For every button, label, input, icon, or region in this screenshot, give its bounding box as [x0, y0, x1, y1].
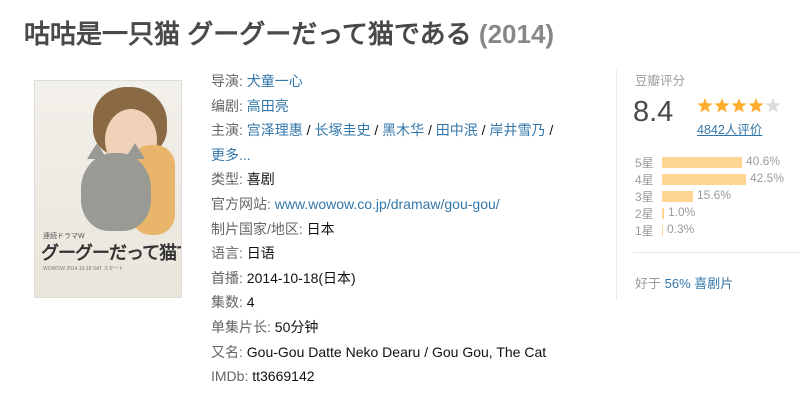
website-row: 官方网站: www.wowow.co.jp/dramaw/gou-gou/ — [211, 192, 606, 217]
cast-link[interactable]: 长塚圭史 — [314, 122, 370, 138]
premiere-value: 2014-10-18(日本) — [246, 269, 356, 286]
poster-cat — [81, 143, 151, 231]
rating-bar-percent: 42.5% — [750, 171, 785, 185]
star-filled-icon — [731, 98, 747, 113]
cast-link[interactable]: 田中泯 — [436, 122, 478, 138]
writer-label: 编剧: — [211, 97, 243, 114]
cast-separator: / — [477, 122, 490, 139]
aka-value: Gou-Gou Datte Neko Dearu / Gou Gou, The … — [246, 343, 547, 360]
genre-label: 类型: — [211, 171, 243, 188]
rating-bar-fill — [662, 191, 693, 202]
better-prefix: 好于 — [635, 276, 662, 291]
poster-title: グーグーだって猫である — [41, 243, 181, 263]
rating-panel: 豆瓣评分 8.4 4842人评价 5星 40.6% 4星 42.5% 3星 15.6% 2星… — [616, 70, 800, 300]
director-label: 导演: — [211, 73, 243, 89]
episodes-row: 集数: 4 — [211, 290, 606, 315]
rating-bar-percent: 1.0% — [668, 205, 696, 219]
rating-bar-fill — [662, 157, 742, 168]
rating-bar-row: 4星 42.5% — [635, 171, 800, 189]
cast-link[interactable]: 黑木华 — [382, 122, 424, 138]
runtime-row: 单集片长: 50分钟 — [211, 315, 606, 340]
rating-bar-percent: 15.6% — [697, 188, 732, 202]
poster-credits: WOWOW 2014.10.18 SAT スタート — [43, 266, 124, 272]
star-rating-icon — [697, 98, 781, 113]
cast-separator: / — [424, 122, 436, 139]
star-filled-icon — [714, 98, 730, 113]
page-title: 咕咕是一只猫 グーグーだって猫である (2014) — [24, 14, 554, 51]
imdb-label: IMDb: — [211, 368, 249, 385]
rating-label: 豆瓣评分 — [635, 74, 686, 88]
premiere-label: 首播: — [211, 269, 243, 286]
votes-link[interactable]: 4842人评价 — [697, 119, 762, 138]
writer-link[interactable]: 高田亮 — [247, 98, 289, 114]
country-row: 制片国家/地区: 日本 — [211, 217, 606, 242]
cast-separator: / — [370, 122, 383, 139]
rating-bar-label: 4星 — [635, 173, 654, 187]
rating-bar-fill — [662, 208, 664, 219]
cast-link[interactable]: 岸井雪乃 — [489, 122, 545, 138]
rating-bar-row: 1星 0.3% — [635, 222, 800, 240]
genre-row: 类型: 喜剧 — [211, 167, 606, 192]
imdb-row: IMDb: tt3669142 — [211, 364, 606, 389]
country-value: 日本 — [306, 220, 335, 237]
rating-bar-label: 3星 — [635, 190, 654, 204]
episodes-value: 4 — [246, 294, 255, 311]
info-panel: 导演: 犬童一心 编剧: 高田亮 主演: 宫泽理惠 / 长塚圭史 / 黑木华 /… — [211, 69, 606, 389]
aka-row: 又名: Gou-Gou Datte Neko Dearu / Gou Gou, … — [211, 340, 606, 365]
director-row: 导演: 犬童一心 — [211, 69, 606, 94]
genre-value: 喜剧 — [246, 171, 275, 188]
more-row: 更多... — [211, 143, 606, 168]
rating-score: 8.4 — [633, 96, 674, 128]
cast-link[interactable]: 宫泽理惠 — [247, 122, 303, 138]
director-link[interactable]: 犬童一心 — [247, 73, 303, 89]
star-filled-icon — [697, 98, 713, 113]
rating-bar-fill — [662, 174, 746, 185]
cast-row: 主演: 宫泽理惠 / 长塚圭史 / 黑木华 / 田中泯 / 岸井雪乃 / — [211, 118, 606, 143]
rating-bar-label: 2星 — [635, 207, 654, 221]
runtime-value: 50分钟 — [274, 318, 319, 335]
imdb-value: tt3669142 — [252, 368, 315, 385]
rating-bar-percent: 0.3% — [667, 222, 695, 236]
rating-bar-percent: 40.6% — [746, 154, 781, 168]
rating-bar-row: 5星 40.6% — [635, 154, 800, 172]
star-empty-icon — [765, 98, 781, 113]
language-label: 语言: — [211, 245, 243, 262]
website-link[interactable]: www.wowow.co.jp/dramaw/gou-gou/ — [275, 196, 500, 212]
runtime-label: 单集片长: — [211, 318, 271, 335]
title-name: 咕咕是一只猫 グーグーだって猫である — [24, 19, 472, 49]
episodes-label: 集数: — [211, 294, 243, 311]
country-label: 制片国家/地区: — [211, 220, 303, 237]
cast-label: 主演: — [211, 122, 243, 139]
star-filled-icon — [748, 98, 764, 113]
rating-bar-row: 3星 15.6% — [635, 188, 800, 206]
cast-separator: / — [545, 122, 554, 139]
cast-separator: / — [302, 122, 315, 139]
rating-bar-label: 5星 — [635, 156, 654, 170]
title-year: (2014) — [478, 19, 555, 49]
poster-image[interactable]: 連続ドラマW グーグーだって猫である WOWOW 2014.10.18 SAT … — [34, 80, 182, 298]
writer-row: 编剧: 高田亮 — [211, 94, 606, 119]
language-row: 语言: 日语 — [211, 241, 606, 266]
aka-label: 又名: — [211, 343, 243, 360]
rating-bar-row: 2星 1.0% — [635, 205, 800, 223]
rating-bar-fill — [662, 225, 663, 236]
more-cast-link[interactable]: 更多... — [211, 147, 251, 163]
better-than: 好于 56% 喜剧片 — [635, 273, 733, 292]
better-than-link[interactable]: 56% 喜剧片 — [665, 276, 734, 291]
divider — [633, 252, 800, 253]
language-value: 日语 — [246, 245, 275, 262]
website-label: 官方网站: — [211, 195, 271, 212]
rating-bar-label: 1星 — [635, 224, 654, 238]
premiere-row: 首播: 2014-10-18(日本) — [211, 266, 606, 291]
